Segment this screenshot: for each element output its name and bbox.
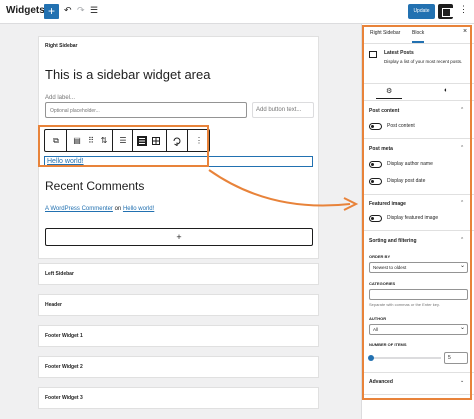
annotation-arrow [208, 169, 359, 211]
